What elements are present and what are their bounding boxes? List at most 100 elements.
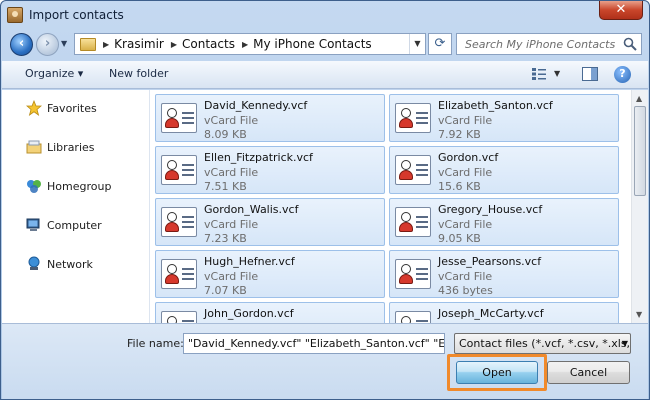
file-tile[interactable]: Gordon_Walis.vcf vCard File 7.23 KB bbox=[155, 198, 385, 246]
chevron-right-icon[interactable]: ▶ bbox=[171, 40, 177, 49]
change-view-icon[interactable] bbox=[532, 68, 546, 80]
address-dropdown-icon[interactable]: ▼ bbox=[409, 34, 425, 54]
file-name-value: "David_Kennedy.vcf" "Elizabeth_Santon.vc… bbox=[188, 337, 445, 350]
new-folder-button[interactable]: New folder bbox=[109, 67, 168, 80]
address-book-icon bbox=[7, 7, 23, 23]
recent-locations-dropdown[interactable]: ▼ bbox=[61, 39, 67, 48]
chevron-down-icon[interactable]: ▼ bbox=[622, 334, 628, 353]
address-bar[interactable]: ▶ Krasimir ▶ Contacts ▶ My iPhone Contac… bbox=[74, 33, 426, 55]
forward-button[interactable]: › bbox=[36, 33, 59, 56]
file-tile[interactable]: Gordon.vcf vCard File 15.6 KB bbox=[389, 146, 619, 194]
computer-icon bbox=[26, 218, 40, 231]
help-icon[interactable]: ? bbox=[614, 66, 631, 83]
file-size: 8.09 KB bbox=[204, 128, 247, 141]
search-icon[interactable] bbox=[623, 37, 637, 51]
file-type: vCard File bbox=[204, 270, 259, 283]
window-title: Import contacts bbox=[29, 8, 124, 22]
vcard-file-icon bbox=[161, 207, 197, 237]
open-button[interactable]: Open bbox=[456, 361, 538, 384]
file-tile[interactable]: David_Kennedy.vcf vCard File 8.09 KB bbox=[155, 94, 385, 142]
scrollbar-thumb[interactable] bbox=[634, 106, 646, 196]
scroll-up-icon[interactable]: ▲ bbox=[636, 94, 642, 103]
dialog-footer: File name: "David_Kennedy.vcf" "Elizabet… bbox=[2, 323, 648, 399]
file-type-filter[interactable]: Contact files (*.vcf, *.csv, *.xls, * ▼ bbox=[454, 333, 631, 354]
file-tile[interactable]: John_Gordon.vcf vCard File bbox=[155, 302, 385, 323]
sidebar-item-computer[interactable]: Computer bbox=[26, 217, 102, 233]
file-tile[interactable]: Jesse_Pearsons.vcf vCard File 436 bytes bbox=[389, 250, 619, 298]
sidebar-item-label: Libraries bbox=[47, 140, 95, 154]
homegroup-icon bbox=[27, 180, 41, 193]
file-name: Jesse_Pearsons.vcf bbox=[438, 255, 542, 268]
search-input[interactable] bbox=[457, 34, 617, 54]
sidebar-item-homegroup[interactable]: Homegroup bbox=[26, 178, 111, 194]
file-size: 7.07 KB bbox=[204, 284, 247, 297]
close-button[interactable]: ✕ bbox=[599, 1, 643, 20]
navigation-pane: Favorites Libraries Homegroup Computer N… bbox=[2, 90, 150, 323]
sidebar-item-network[interactable]: Network bbox=[26, 256, 93, 272]
vcard-file-icon bbox=[161, 103, 197, 133]
file-size: 7.51 KB bbox=[204, 180, 247, 193]
preview-pane-icon[interactable] bbox=[582, 67, 598, 81]
file-tile[interactable]: Ellen_Fitzpatrick.vcf vCard File 7.51 KB bbox=[155, 146, 385, 194]
import-contacts-dialog: Import contacts ✕ ‹ › ▼ ▶ Krasimir ▶ Con… bbox=[0, 0, 650, 400]
file-size: 15.6 KB bbox=[438, 180, 481, 193]
file-type: vCard File bbox=[438, 166, 493, 179]
vertical-scrollbar[interactable]: ▲ ▼ bbox=[631, 90, 648, 323]
sidebar-item-label: Network bbox=[47, 257, 93, 271]
refresh-button[interactable]: ⟳ bbox=[428, 33, 452, 55]
sidebar-item-label: Computer bbox=[47, 218, 102, 232]
file-name-input[interactable]: "David_Kennedy.vcf" "Elizabeth_Santon.vc… bbox=[183, 333, 445, 354]
vcard-file-icon bbox=[395, 103, 431, 133]
file-type: vCard File bbox=[204, 218, 259, 231]
file-name: John_Gordon.vcf bbox=[204, 307, 294, 320]
sidebar-item-libraries[interactable]: Libraries bbox=[26, 139, 95, 155]
vcard-file-icon bbox=[395, 207, 431, 237]
view-options-dropdown[interactable]: ▼ bbox=[554, 69, 560, 78]
file-name: Elizabeth_Santon.vcf bbox=[438, 99, 553, 112]
network-icon bbox=[28, 256, 40, 270]
file-name: Gordon.vcf bbox=[438, 151, 499, 164]
organize-button[interactable]: Organize ▾ bbox=[25, 67, 83, 80]
file-type: vCard File bbox=[204, 114, 259, 127]
command-bar: Organize ▾ New folder ▼ ? bbox=[2, 61, 648, 89]
vcard-file-icon bbox=[395, 155, 431, 185]
chevron-right-icon[interactable]: ▶ bbox=[242, 40, 248, 49]
scroll-down-icon[interactable]: ▼ bbox=[636, 310, 642, 319]
search-box[interactable] bbox=[456, 33, 642, 55]
file-tile[interactable]: Hugh_Hefner.vcf vCard File 7.07 KB bbox=[155, 250, 385, 298]
sidebar-item-label: Homegroup bbox=[47, 179, 112, 193]
chevron-right-icon[interactable]: ▶ bbox=[103, 40, 109, 49]
file-name: Ellen_Fitzpatrick.vcf bbox=[204, 151, 313, 164]
vcard-file-icon bbox=[161, 259, 197, 289]
star-icon bbox=[26, 100, 42, 116]
file-size: 7.92 KB bbox=[438, 128, 481, 141]
file-type: vCard File bbox=[438, 114, 493, 127]
folder-icon bbox=[80, 37, 96, 51]
file-tile[interactable]: Elizabeth_Santon.vcf vCard File 7.92 KB bbox=[389, 94, 619, 142]
file-type: vCard File bbox=[204, 166, 259, 179]
back-button[interactable]: ‹ bbox=[10, 33, 33, 56]
sidebar-item-label: Favorites bbox=[47, 101, 97, 115]
sidebar-item-favorites[interactable]: Favorites bbox=[26, 100, 97, 116]
file-tile[interactable]: Gregory_House.vcf vCard File 9.05 KB bbox=[389, 198, 619, 246]
vcard-file-icon bbox=[395, 259, 431, 289]
file-type: vCard File bbox=[438, 270, 493, 283]
file-name: Joseph_McCarty.vcf bbox=[438, 307, 544, 320]
file-size: 436 bytes bbox=[438, 284, 493, 297]
file-tile[interactable]: Joseph_McCarty.vcf vCard File bbox=[389, 302, 619, 323]
vcard-file-icon bbox=[161, 311, 197, 323]
breadcrumb-my-iphone-contacts[interactable]: My iPhone Contacts bbox=[253, 37, 372, 51]
file-size: 9.05 KB bbox=[438, 232, 481, 245]
file-type-filter-value: Contact files (*.vcf, *.csv, *.xls, * bbox=[459, 337, 631, 350]
breadcrumb-krasimir[interactable]: Krasimir bbox=[114, 37, 164, 51]
breadcrumb-contacts[interactable]: Contacts bbox=[182, 37, 235, 51]
file-name-label: File name: bbox=[127, 337, 184, 350]
file-name: Gregory_House.vcf bbox=[438, 203, 543, 216]
title-bar: Import contacts ✕ bbox=[1, 1, 649, 29]
libraries-icon bbox=[26, 140, 42, 154]
cancel-button[interactable]: Cancel bbox=[547, 361, 630, 384]
file-name: Gordon_Walis.vcf bbox=[204, 203, 299, 216]
file-list: David_Kennedy.vcf vCard File 8.09 KB Eli… bbox=[155, 94, 630, 323]
content-area: Favorites Libraries Homegroup Computer N… bbox=[2, 90, 648, 323]
vcard-file-icon bbox=[161, 155, 197, 185]
